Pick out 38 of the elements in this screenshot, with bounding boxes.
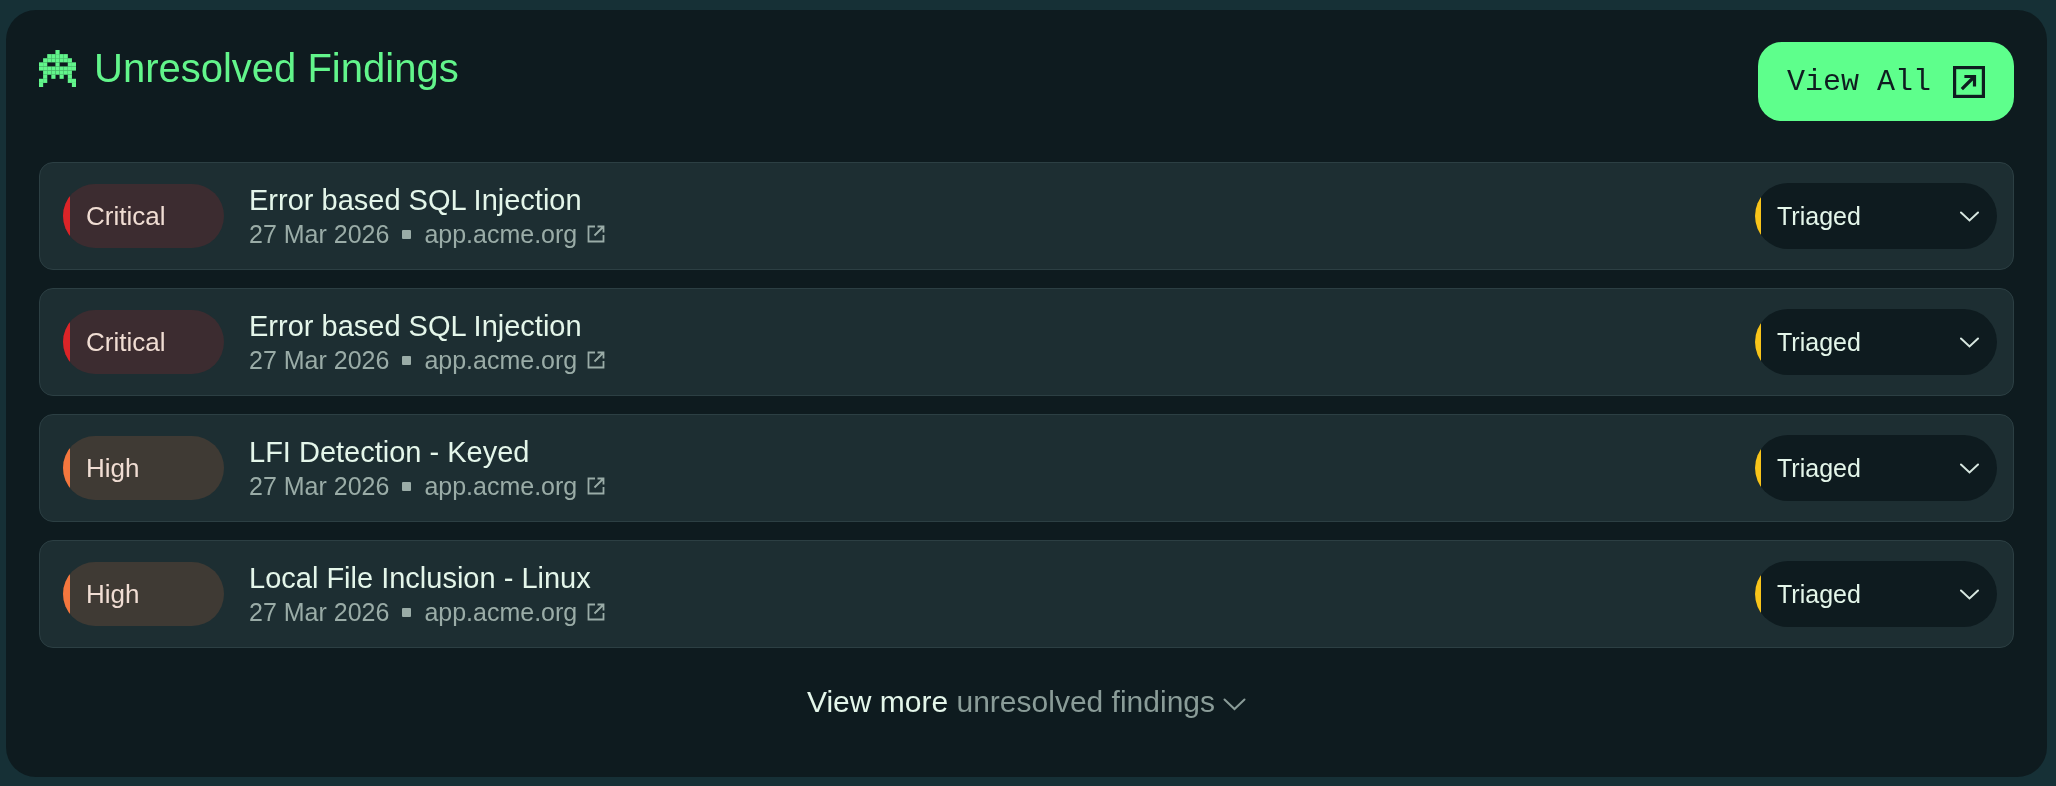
severity-label: High <box>86 453 140 483</box>
robot-icon <box>39 49 76 87</box>
chevron-down-icon <box>1960 462 1979 474</box>
finding-date: 27 Mar 2026 <box>249 219 390 249</box>
external-link-icon <box>586 350 607 370</box>
view-more-button[interactable]: View more unresolved findings <box>807 683 1246 721</box>
finding-date: 27 Mar 2026 <box>249 345 390 375</box>
status-dropdown[interactable]: Triaged <box>1755 183 1997 249</box>
separator-square-icon <box>402 355 412 365</box>
finding-title: LFI Detection - Keyed <box>249 435 530 470</box>
section-title: Unresolved Findings <box>94 45 459 91</box>
separator-square-icon <box>402 229 412 239</box>
chevron-down-icon <box>1960 336 1979 348</box>
finding-title: Error based SQL Injection <box>249 309 582 344</box>
status-dropdown[interactable]: Triaged <box>1755 561 1997 627</box>
finding-date: 27 Mar 2026 <box>249 471 390 501</box>
view-all-button[interactable]: View All <box>1758 42 2014 121</box>
finding-date: 27 Mar 2026 <box>249 597 390 627</box>
severity-label: High <box>86 579 140 609</box>
host-link[interactable]: app.acme.org <box>424 471 607 501</box>
chevron-down-icon <box>1960 588 1979 600</box>
external-link-icon <box>586 602 607 622</box>
separator-square-icon <box>402 607 412 617</box>
host-link[interactable]: app.acme.org <box>424 597 607 627</box>
chevron-down-icon <box>1960 210 1979 222</box>
host-link[interactable]: app.acme.org <box>424 219 607 249</box>
chevron-down-icon <box>1223 697 1246 711</box>
external-link-icon <box>1953 65 1985 98</box>
external-link-icon <box>586 224 607 244</box>
external-link-icon <box>586 476 607 496</box>
finding-title: Local File Inclusion - Linux <box>249 561 591 596</box>
separator-square-icon <box>402 481 412 491</box>
severity-label: Critical <box>86 201 166 231</box>
host-link[interactable]: app.acme.org <box>424 345 607 375</box>
finding-title: Error based SQL Injection <box>249 183 582 218</box>
status-dropdown[interactable]: Triaged <box>1755 309 1997 375</box>
severity-label: Critical <box>86 327 166 357</box>
status-dropdown[interactable]: Triaged <box>1755 435 1997 501</box>
